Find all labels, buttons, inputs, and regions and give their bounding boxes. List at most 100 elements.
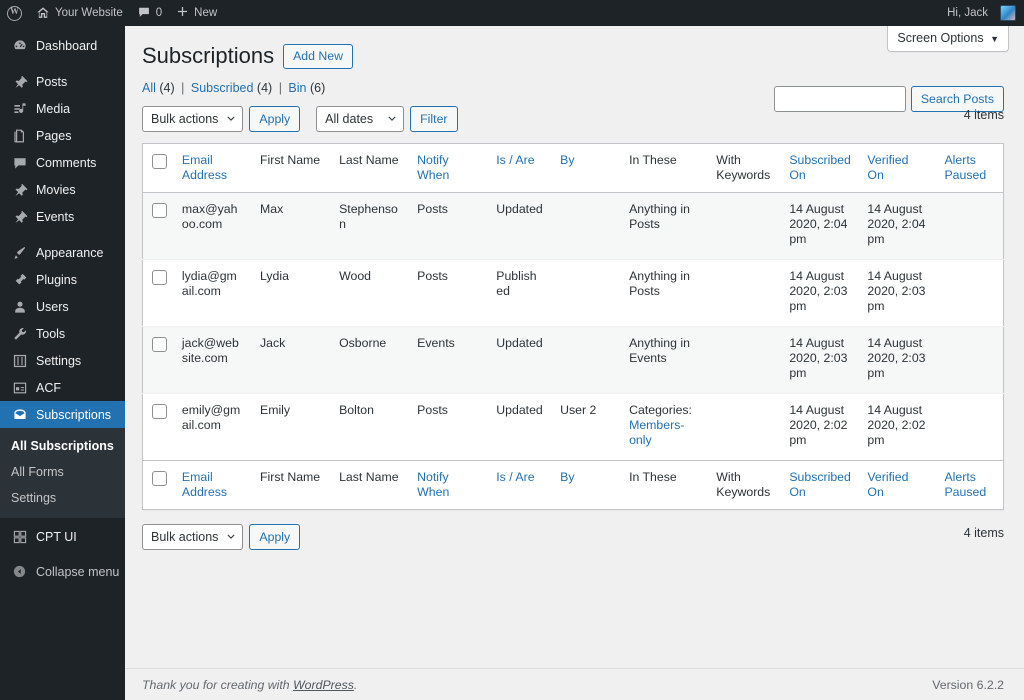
sidebar-item-tools[interactable]: Tools	[0, 320, 125, 347]
column-sort-link[interactable]: Email Address	[182, 153, 227, 182]
row-checkbox[interactable]	[152, 202, 167, 218]
table-row: lydia@gmail.com Lydia Wood Posts Publish…	[142, 258, 1004, 327]
column-footer-notify-when[interactable]: Notify When	[408, 459, 488, 510]
cell-with-keywords	[707, 258, 781, 327]
select-all-checkbox-footer[interactable]	[152, 470, 167, 486]
wp-logo-menu[interactable]	[0, 0, 29, 26]
sidebar-item-appearance[interactable]: Appearance	[0, 239, 125, 266]
collapse-menu-button[interactable]: Collapse menu	[0, 558, 125, 585]
column-header-by[interactable]: By	[551, 143, 621, 193]
cell-last-name: Wood	[330, 258, 409, 327]
column-sort-link[interactable]: Subscribed On	[789, 153, 851, 182]
column-footer-subscribed-on[interactable]: Subscribed On	[780, 459, 859, 510]
wordpress-link[interactable]: WordPress	[293, 678, 354, 692]
column-sort-link[interactable]: Email Address	[182, 470, 227, 499]
column-footer-email-address[interactable]: Email Address	[172, 459, 251, 510]
category-link[interactable]: Members-only	[629, 418, 684, 447]
submenu-item-all-forms[interactable]: All Forms	[0, 459, 125, 485]
column-header-is-are[interactable]: Is / Are	[487, 143, 552, 193]
view-separator: |	[181, 80, 185, 95]
sidebar-item-posts[interactable]: Posts	[0, 68, 125, 95]
sidebar-item-label: Appearance	[36, 245, 104, 260]
sidebar-item-label: Events	[36, 209, 75, 224]
screen-options-button[interactable]: Screen Options ▼	[887, 26, 1009, 52]
filter-button[interactable]: Filter	[410, 105, 458, 132]
column-sort-link[interactable]: Alerts Paused	[944, 470, 986, 499]
row-checkbox[interactable]	[152, 403, 167, 419]
avatar	[1000, 5, 1016, 21]
sidebar-item-dashboard[interactable]: Dashboard	[0, 32, 125, 59]
footer-version: Version 6.2.2	[932, 677, 1004, 692]
apply-button-bottom[interactable]: Apply	[249, 523, 301, 550]
column-sort-link[interactable]: Is / Are	[496, 153, 534, 167]
comments-menu[interactable]: 0	[130, 0, 169, 26]
sidebar-item-label: Pages	[36, 128, 72, 143]
sidebar-item-acf[interactable]: ACF	[0, 374, 125, 401]
sidebar-item-pages[interactable]: Pages	[0, 122, 125, 149]
row-checkbox[interactable]	[152, 269, 167, 285]
sidebar-item-users[interactable]: Users	[0, 293, 125, 320]
column-sort-link[interactable]: Is / Are	[496, 470, 534, 484]
footer-thanks-suffix: .	[353, 677, 358, 692]
sidebar-item-comments[interactable]: Comments	[0, 149, 125, 176]
column-header-verified-on[interactable]: Verified On	[858, 143, 936, 193]
site-name-menu[interactable]: Your Website	[29, 0, 130, 26]
column-sort-link[interactable]: Alerts Paused	[944, 153, 986, 182]
submenu-item-settings[interactable]: Settings	[0, 485, 125, 511]
column-footer-by[interactable]: By	[551, 459, 621, 510]
cell-is-are: Updated	[487, 325, 552, 394]
cell-verified-on: 14 August 2020, 2:03 pm	[858, 325, 936, 394]
sidebar-item-cpt-ui[interactable]: CPT UI	[0, 523, 125, 550]
column-footer-is-are[interactable]: Is / Are	[487, 459, 552, 510]
column-header-alerts-paused[interactable]: Alerts Paused	[935, 143, 1004, 193]
cell-email: emily@gmail.com	[172, 392, 251, 461]
my-account-menu[interactable]: Hi, Jack	[940, 0, 1016, 26]
sidebar-item-events[interactable]: Events	[0, 203, 125, 230]
bulk-actions-select-top[interactable]: Bulk actions	[142, 105, 244, 132]
tablenav-bottom: Bulk actions Apply 4 items	[142, 522, 1004, 552]
select-all-checkbox[interactable]	[152, 153, 167, 169]
column-sort-link[interactable]: By	[560, 153, 574, 167]
column-header-notify-when[interactable]: Notify When	[408, 143, 488, 193]
sidebar-item-plugins[interactable]: Plugins	[0, 266, 125, 293]
column-sort-link[interactable]: Notify When	[417, 153, 449, 182]
column-header-email-address[interactable]: Email Address	[172, 143, 251, 193]
cell-in-these: Anything in Posts	[620, 258, 708, 327]
column-sort-link[interactable]: Verified On	[867, 470, 908, 499]
admin-bar: Your Website 0 New Hi, Jack	[0, 0, 1024, 26]
sidebar-item-settings[interactable]: Settings	[0, 347, 125, 374]
apply-button-top[interactable]: Apply	[249, 105, 301, 132]
cell-in-these: Anything in Events	[620, 325, 708, 394]
row-select-cell	[142, 325, 173, 394]
column-sort-link[interactable]: Notify When	[417, 470, 449, 499]
bulk-actions-select-bottom[interactable]: Bulk actions	[142, 523, 244, 550]
cell-email: max@yahoo.com	[172, 191, 251, 260]
date-filter-select[interactable]: All dates	[316, 105, 405, 132]
column-sort-link[interactable]: Subscribed On	[789, 470, 851, 499]
user-icon	[11, 298, 28, 315]
sidebar-item-subscriptions[interactable]: Subscriptions	[0, 401, 125, 428]
column-footer-alerts-paused[interactable]: Alerts Paused	[935, 459, 1004, 510]
sidebar-item-media[interactable]: Media	[0, 95, 125, 122]
row-checkbox[interactable]	[152, 336, 167, 352]
column-header-with-keywords: With Keywords	[707, 143, 781, 193]
view-link-bin[interactable]: Bin	[288, 81, 306, 95]
cell-by	[551, 258, 621, 327]
column-footer-in-these: In These	[620, 459, 708, 510]
plug-icon	[11, 271, 28, 288]
sidebar-item-movies[interactable]: Movies	[0, 176, 125, 203]
column-sort-link[interactable]: By	[560, 470, 574, 484]
admin-sidebar-menu: Dashboard Posts Media Pages Comments Mov…	[0, 26, 125, 700]
column-header-in-these: In These	[620, 143, 708, 193]
column-header-subscribed-on[interactable]: Subscribed On	[780, 143, 859, 193]
table-row: jack@website.com Jack Osborne Events Upd…	[142, 325, 1004, 394]
column-footer-verified-on[interactable]: Verified On	[858, 459, 936, 510]
submenu-item-all-subscriptions[interactable]: All Subscriptions	[0, 433, 125, 459]
cell-subscribed-on: 14 August 2020, 2:03 pm	[780, 325, 859, 394]
new-content-menu[interactable]: New	[169, 0, 224, 26]
view-link-all[interactable]: All	[142, 81, 156, 95]
view-link-subscribed[interactable]: Subscribed	[191, 81, 254, 95]
column-sort-link[interactable]: Verified On	[867, 153, 908, 182]
sidebar-item-label: Users	[36, 299, 69, 314]
add-new-button[interactable]: Add New	[283, 43, 353, 69]
